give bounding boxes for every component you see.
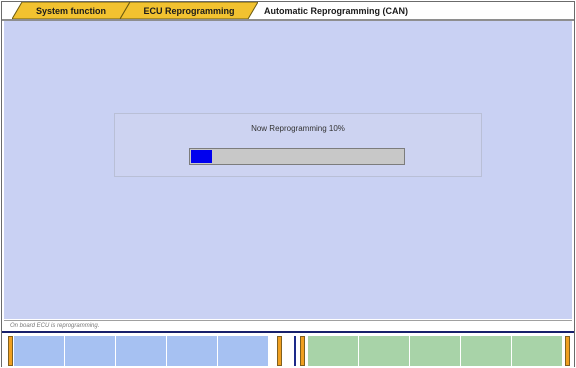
left-function-key-4[interactable] <box>167 336 218 366</box>
breadcrumb: System function ECU Reprogramming Automa… <box>2 2 574 21</box>
left-function-key-1[interactable] <box>14 336 65 366</box>
breadcrumb-label: Automatic Reprogramming (CAN) <box>264 5 409 16</box>
breadcrumb-label: System function <box>35 5 106 16</box>
progress-label: Now Reprogramming 10% <box>251 124 345 133</box>
left-function-key-3[interactable] <box>116 336 167 366</box>
breadcrumb-ecu-reprogramming[interactable]: ECU Reprogramming <box>120 2 258 19</box>
left-function-keys <box>14 336 269 366</box>
right-function-key-4[interactable] <box>461 336 512 366</box>
progress-bar <box>189 148 405 165</box>
right-keys-cap <box>300 336 305 366</box>
right-function-key-1[interactable] <box>308 336 359 366</box>
main-panel: Now Reprogramming 10% <box>4 21 572 319</box>
left-keys-cap <box>8 336 13 366</box>
right-function-key-2[interactable] <box>359 336 410 366</box>
right-keys-end-cap <box>565 336 570 366</box>
app-window: System function ECU Reprogramming Automa… <box>1 1 575 368</box>
left-function-key-2[interactable] <box>65 336 116 366</box>
progress-dialog: Now Reprogramming 10% <box>114 113 482 177</box>
breadcrumb-system-function[interactable]: System function <box>12 2 130 19</box>
key-group-divider <box>294 336 296 366</box>
left-keys-end-cap <box>277 336 282 366</box>
breadcrumb-automatic-reprogramming: Automatic Reprogramming (CAN) <box>256 2 424 19</box>
progress-bar-fill <box>191 150 212 163</box>
right-function-key-3[interactable] <box>410 336 461 366</box>
status-bar: On board ECU is reprogramming. <box>4 320 572 330</box>
breadcrumb-label: ECU Reprogramming <box>143 5 235 16</box>
function-key-bar <box>2 331 574 368</box>
left-function-key-5[interactable] <box>218 336 269 366</box>
right-function-keys <box>308 336 563 366</box>
right-function-key-5[interactable] <box>512 336 563 366</box>
